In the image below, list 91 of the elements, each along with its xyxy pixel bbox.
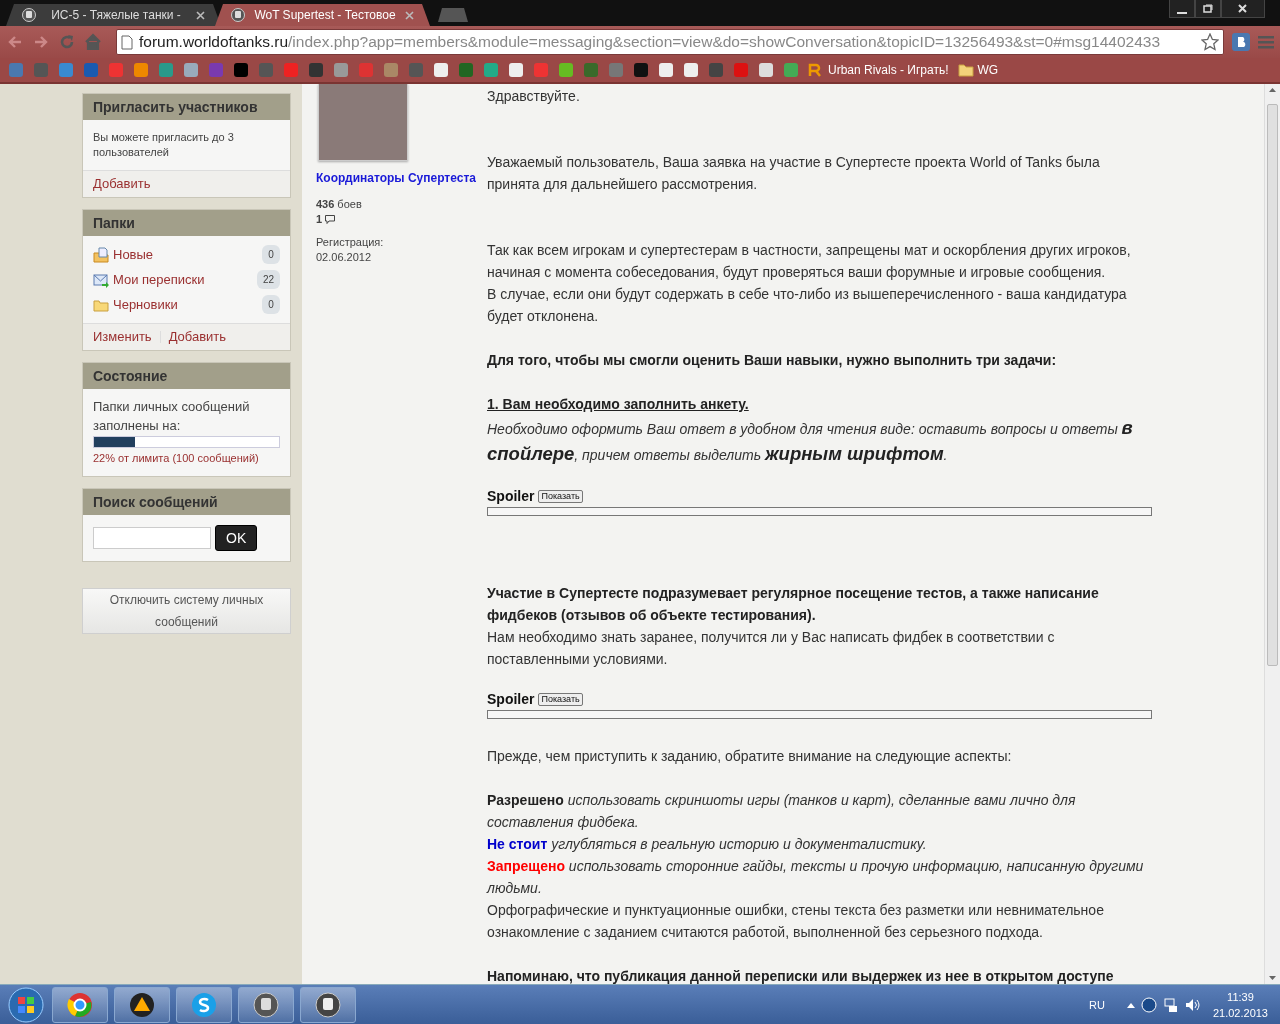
folder-link[interactable]: Новые [113, 247, 258, 262]
close-button[interactable] [1221, 0, 1265, 18]
close-icon[interactable] [196, 10, 205, 20]
folder-action-link[interactable]: Изменить [93, 329, 152, 344]
message-paragraph: Для того, чтобы мы смогли оценить Ваши навыки, нужно выполнить три задачи: [487, 351, 1058, 370]
chat-logo-icon [191, 991, 217, 1018]
bookmark-icon[interactable] [333, 62, 349, 78]
reload-icon [58, 33, 76, 51]
tray-arrow-icon[interactable] [1126, 1001, 1135, 1008]
taskbar-button[interactable] [114, 986, 170, 1023]
home-icon [84, 33, 102, 51]
language-indicator[interactable]: RU [1089, 998, 1105, 1011]
battles-count: 436 [316, 197, 335, 212]
browser-icon [67, 991, 93, 1018]
bookmark-icon[interactable] [183, 62, 199, 78]
post-count: 1 [316, 212, 323, 227]
message-count: 22 [256, 270, 280, 289]
bookmark-link[interactable]: WG [957, 63, 999, 77]
message-count: 0 [262, 295, 280, 314]
folder-icon [957, 63, 974, 77]
folder-icon [93, 271, 109, 288]
panel-title: Папки [83, 210, 290, 236]
bookmark-icon[interactable] [658, 62, 674, 78]
taskbar-button[interactable] [238, 986, 294, 1023]
invite-text: Вы можете пригласить до 3 пользователей [93, 130, 235, 160]
message-paragraph: Напоминаю, что публикация данной переписки или выдержек из нее в открытом доступе [487, 967, 1115, 984]
bookmark-icon[interactable] [508, 62, 524, 78]
address-bar[interactable]: forum.worldoftanks.ru/index.php?app=members&module=messaging&section=view&do=showConversation&topicID=13256493&st=0#msg14402433 [116, 29, 1224, 55]
message-paragraph: Прежде, чем приступить к заданию, обратите внимание на следующие аспекты: [487, 747, 1013, 766]
browser-tab[interactable]: WoT Supertest - Тестовое [215, 4, 430, 26]
show-spoiler-button[interactable]: Показать [538, 489, 583, 503]
new-tab-button[interactable] [438, 8, 468, 22]
reload-button[interactable] [58, 33, 76, 51]
maximize-button[interactable] [1195, 0, 1221, 18]
registration-label: Регистрация: [316, 235, 385, 250]
folder-link[interactable]: Черновики [113, 297, 258, 312]
message-paragraph: Здравствуйте. [487, 87, 581, 106]
panel-title: Состояние [83, 363, 290, 389]
message-paragraph: Так как всем игрокам и супертестерам в частности, запрещены мат и оскорбления других игроков, начиная с момента собеседования, будут проверяться ваши форумные и игровые сообщения. В случае, если они будут содержать в себе что-либо из вышеперечисленного - ваша кандидатура будет отклонена. [487, 241, 1132, 326]
page-icon [121, 34, 133, 50]
taskbar-button[interactable] [300, 986, 356, 1023]
site-logo-icon [808, 62, 824, 78]
add-link[interactable]: Добавить [93, 176, 151, 191]
close-icon[interactable] [405, 10, 414, 20]
bookmark-icon[interactable] [433, 62, 449, 78]
message-paragraph: Уважаемый пользователь, Ваша заявка на участие в Супертесте проекта World of Tanks была принята для дальнейшего рассмотрения. [487, 153, 1101, 194]
network-icon[interactable] [1162, 996, 1179, 1013]
message-paragraph: Необходимо оформить Ваш ответ в удобном для чтения виде: оставить вопросы и ответы в спойлере, причем ответы выделить жирным шрифтом. [487, 416, 1134, 466]
bookmark-icon[interactable] [483, 62, 499, 78]
bookmark-icon[interactable] [233, 62, 249, 78]
panel-title: Поиск сообщений [83, 489, 290, 515]
disable-messages-button[interactable]: Отключить систему личных сообщений [82, 588, 291, 634]
maximize-icon [1203, 3, 1213, 14]
taskbar-button[interactable] [176, 986, 232, 1023]
spoiler-label: Spoiler [487, 690, 535, 709]
clock[interactable]: 11:39 21.02.2013 [1212, 988, 1268, 1021]
home-button[interactable] [84, 33, 102, 51]
star-icon[interactable] [1201, 33, 1219, 51]
minimize-icon [1177, 11, 1187, 14]
ok-button[interactable]: OK [215, 525, 258, 551]
message-count: 0 [262, 245, 280, 264]
spoiler-label: Spoiler [487, 487, 535, 506]
message-paragraph: Разрешено использовать скриншоты игры (танков и карт), сделанные вами лично для составления фидбека. Не стоит углубляться в реальную историю и документалистику. Запрещено использовать сторонние гайды, тексты и прочую информацию, написанную другими людьми. Орфографические и пунктуационные ошибки, стены текста без разметки или невнимательное ознакомление с заданием считаются работой, выполненной без серьезного подхода. [487, 791, 1145, 942]
triangle-logo-icon [129, 991, 155, 1018]
task-heading: 1. Вам необходимо заполнить анкету. [487, 395, 750, 414]
folder-link[interactable]: Мои переписки [113, 272, 253, 287]
show-spoiler-button[interactable]: Показать [538, 692, 583, 706]
taskbar-button[interactable] [52, 986, 108, 1023]
speech-bubble-icon [325, 215, 336, 224]
bookmark-link[interactable]: Urban Rivals - Играть! [808, 62, 949, 78]
bookmark-icon[interactable] [683, 62, 699, 78]
menu-icon[interactable] [1258, 34, 1274, 50]
battles-label: боев [337, 197, 362, 212]
scrollbar-thumb[interactable] [1267, 104, 1278, 666]
status-text: Папки личных сообщений заполнены на: [93, 398, 251, 435]
message-paragraph: Участие в Супертесте подразумевает регулярное посещение тестов, а также написание фидбеков (отзывов об объекте тестирования). Нам необходимо знать заранее, получится ли у Вас написать фидбек в соответствии с поставленными условиями. [487, 584, 1100, 669]
bookmark-icon[interactable] [133, 62, 149, 78]
minimize-button[interactable] [1169, 0, 1195, 18]
user-group-link[interactable]: Координаторы Супертеста [316, 171, 487, 185]
usage-caption: 22% от лимита (100 сообщений) [93, 452, 260, 464]
panel-title: Пригласить участников [83, 94, 290, 120]
extension-icon[interactable] [1232, 33, 1250, 51]
registration-date: 02.06.2012 [316, 250, 373, 265]
close-icon [1238, 3, 1248, 14]
bookmark-icon[interactable] [758, 62, 774, 78]
search-field[interactable] [93, 527, 211, 549]
start-button[interactable] [6, 985, 46, 1024]
bookmark-icon[interactable] [633, 62, 649, 78]
folder-icon [93, 246, 109, 263]
bookmark-icon[interactable] [558, 62, 574, 78]
folder-action-link[interactable]: Добавить [168, 329, 227, 344]
